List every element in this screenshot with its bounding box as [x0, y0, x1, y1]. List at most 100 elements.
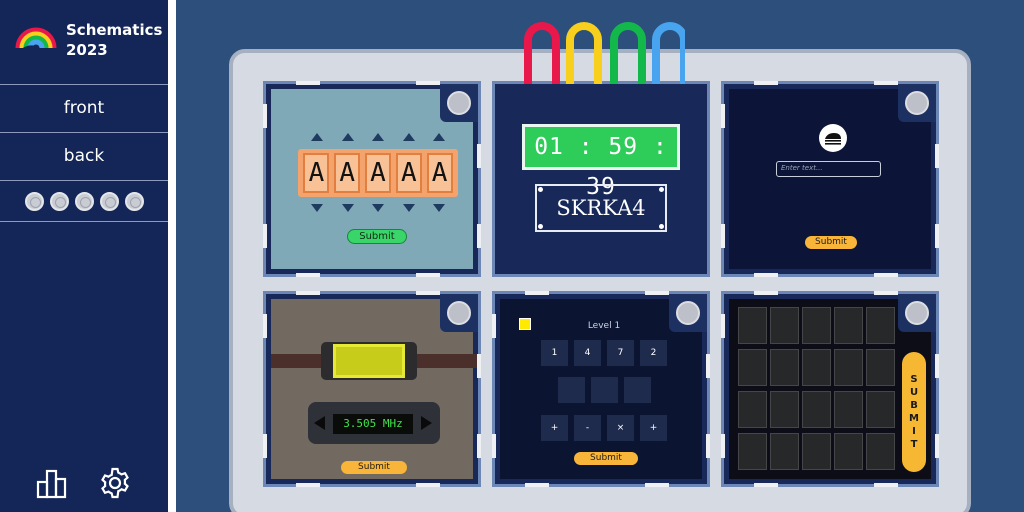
- letter-slot: A: [364, 153, 391, 193]
- grid-cell[interactable]: [770, 433, 799, 470]
- wires[interactable]: [515, 20, 685, 84]
- grid-cell[interactable]: [834, 391, 863, 428]
- grid-cell[interactable]: [834, 307, 863, 344]
- grid-cell[interactable]: [802, 349, 831, 386]
- sidebar: Schematics 2023 front back: [0, 0, 168, 512]
- frequency-right-arrow-icon[interactable]: [421, 416, 432, 430]
- number-key[interactable]: 7: [607, 340, 634, 366]
- arrow-up-icon[interactable]: [372, 133, 384, 141]
- back-button[interactable]: back: [0, 132, 168, 180]
- grid-submit-button[interactable]: S U B M I T: [902, 352, 926, 472]
- grid-module: S U B M I T: [721, 291, 939, 487]
- arrow-up-icon[interactable]: [402, 133, 415, 141]
- module-status-led: [898, 84, 936, 122]
- frequency-module: 3.505 MHz Submit: [263, 291, 481, 487]
- arrow-down-icon[interactable]: [433, 204, 445, 212]
- brand-line-1: Schematics: [66, 21, 163, 39]
- submit-letter: M: [909, 412, 919, 424]
- grid-cell[interactable]: [770, 391, 799, 428]
- submit-letter: T: [910, 438, 918, 450]
- grid-cell[interactable]: [802, 307, 831, 344]
- math-module: Level 1 1 4 7 2 + - × + Submit: [492, 291, 710, 487]
- grid-cell[interactable]: [834, 349, 863, 386]
- answer-slot[interactable]: [558, 377, 585, 403]
- grid-cell[interactable]: [738, 433, 767, 470]
- serial-number: SKRKA4: [535, 184, 667, 232]
- operator-key[interactable]: -: [574, 415, 601, 441]
- grid-cell[interactable]: [770, 349, 799, 386]
- bar-chart-icon[interactable]: [35, 466, 69, 500]
- timer-module: 01 : 59 : 39 SKRKA4: [492, 81, 710, 277]
- letter-slot: A: [395, 153, 422, 193]
- arrow-up-icon[interactable]: [433, 133, 445, 141]
- frequency-display: 3.505 MHz: [333, 414, 413, 434]
- frequency-left-arrow-icon[interactable]: [314, 416, 325, 430]
- text-module: Enter text... Submit: [721, 81, 939, 277]
- letter-submit-button[interactable]: Submit: [347, 229, 407, 244]
- bolt-icon: [99, 191, 119, 211]
- bolt-icon: [24, 191, 44, 211]
- number-key[interactable]: 2: [640, 340, 667, 366]
- submit-letter: B: [910, 399, 918, 411]
- arrow-up-icon[interactable]: [341, 133, 354, 141]
- letter-display: A A A A A: [298, 149, 458, 197]
- submit-letter: I: [912, 425, 916, 437]
- letter-down-arrows: [303, 204, 453, 212]
- grid-cell[interactable]: [738, 349, 767, 386]
- brand-line-2: 2023: [66, 41, 108, 59]
- grid-cell[interactable]: [866, 433, 895, 470]
- text-input[interactable]: Enter text...: [776, 161, 881, 177]
- grid-cell[interactable]: [866, 349, 895, 386]
- gear-icon[interactable]: [98, 466, 132, 500]
- submit-letter: U: [909, 386, 919, 398]
- frequency-submit-button[interactable]: Submit: [341, 461, 407, 474]
- brand-title: Schematics 2023: [66, 20, 162, 60]
- bolt-icon: [49, 191, 69, 211]
- grid-cell[interactable]: [802, 391, 831, 428]
- module-status-led: [440, 294, 478, 332]
- arrow-down-icon[interactable]: [311, 204, 323, 212]
- bolt-icon: [74, 191, 94, 211]
- grid-cell[interactable]: [802, 433, 831, 470]
- number-key[interactable]: 1: [541, 340, 568, 366]
- capsule-glass: [333, 344, 405, 378]
- front-button[interactable]: front: [0, 84, 168, 132]
- letter-up-arrows: [303, 133, 453, 141]
- arrow-down-icon[interactable]: [341, 204, 354, 212]
- arrow-down-icon[interactable]: [372, 204, 384, 212]
- letter-slot: A: [426, 153, 453, 193]
- module-status-led: [669, 294, 707, 332]
- arrow-up-icon[interactable]: [311, 133, 323, 141]
- screw-icon: [538, 187, 543, 192]
- letter-slot: A: [303, 153, 330, 193]
- operator-key[interactable]: ×: [607, 415, 634, 441]
- submit-letter: S: [910, 373, 918, 385]
- letter-slot: A: [334, 153, 361, 193]
- bomb-case: A A A A A Submit 01: 59: 39 SKRKA4 Ent…: [229, 49, 971, 512]
- grid-cell[interactable]: [866, 391, 895, 428]
- operator-key[interactable]: +: [640, 415, 667, 441]
- grid-cell[interactable]: [738, 307, 767, 344]
- text-submit-button[interactable]: Submit: [805, 236, 857, 249]
- strike-indicators: [0, 180, 168, 222]
- grid-cell[interactable]: [770, 307, 799, 344]
- schematics-logo: [15, 27, 57, 56]
- math-submit-button[interactable]: Submit: [574, 452, 638, 465]
- countdown-timer: 01 : 59 : 39: [522, 124, 680, 200]
- game-screen: Schematics 2023 front back A A A A A Sub…: [0, 0, 1024, 512]
- grid-cell[interactable]: [738, 391, 767, 428]
- screw-icon: [659, 187, 664, 192]
- screw-icon: [659, 224, 664, 229]
- answer-slot[interactable]: [624, 377, 651, 403]
- grid-cell[interactable]: [866, 307, 895, 344]
- module-status-led: [898, 294, 936, 332]
- screw-icon: [538, 224, 543, 229]
- bolt-icon: [124, 191, 144, 211]
- answer-slot[interactable]: [591, 377, 618, 403]
- grid-cell[interactable]: [834, 433, 863, 470]
- arrow-down-icon[interactable]: [402, 204, 415, 212]
- module-status-led: [440, 84, 478, 122]
- number-key[interactable]: 4: [574, 340, 601, 366]
- rail-logo-icon: [819, 124, 847, 152]
- operator-key[interactable]: +: [541, 415, 568, 441]
